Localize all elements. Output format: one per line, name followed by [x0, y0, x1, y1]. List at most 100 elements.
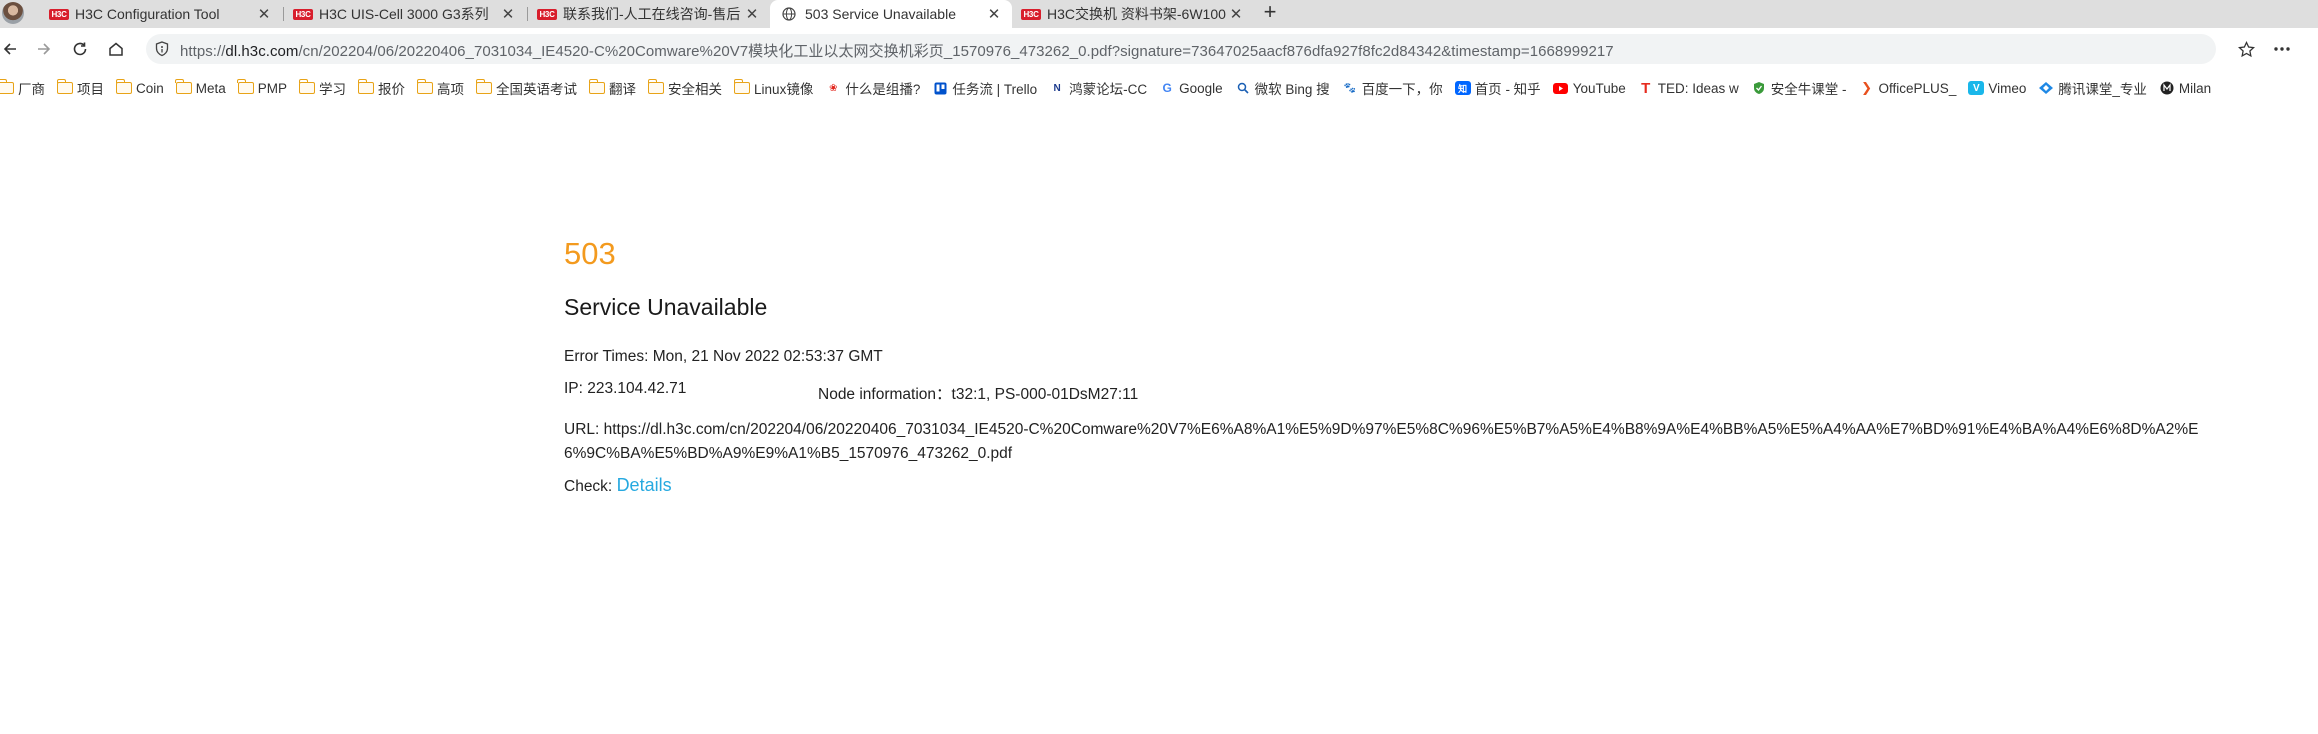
- bookmark-link[interactable]: 微软 Bing 搜: [1235, 76, 1336, 100]
- tab-close-icon[interactable]: ✕: [500, 5, 516, 23]
- globe-icon: [780, 7, 798, 21]
- h3c-favicon-icon: H3C: [1021, 8, 1041, 20]
- bookmark-folder[interactable]: 高项: [416, 76, 470, 100]
- bookmark-link[interactable]: ❯ OfficePLUS_: [1859, 76, 1963, 100]
- bookmark-folder[interactable]: 安全相关: [647, 76, 728, 100]
- folder-icon: [237, 79, 254, 95]
- error-code: 503: [564, 236, 616, 271]
- tab-h3c-switch-bookshelf[interactable]: H3C H3C交换机 资料书架-6W100 ✕: [1012, 0, 1254, 28]
- bookmark-label: PMP: [257, 80, 288, 96]
- tab-h3c-uis-cell[interactable]: H3C H3C UIS-Cell 3000 G3系列 ✕: [284, 0, 526, 28]
- anquanniu-icon: [1751, 81, 1767, 95]
- url-value: https://dl.h3c.com/cn/202204/06/20220406…: [564, 421, 2199, 462]
- folder-icon: [115, 79, 132, 95]
- bookmark-label: 高项: [437, 82, 465, 97]
- tencent-classroom-icon: [2038, 81, 2054, 95]
- bookmark-label: YouTube: [1572, 80, 1626, 96]
- bookmark-label: 项目: [77, 82, 104, 97]
- new-tab-button[interactable]: +: [1258, 0, 1282, 26]
- tab-close-icon[interactable]: ✕: [256, 5, 272, 23]
- bookmark-link[interactable]: YouTube: [1553, 76, 1632, 100]
- hongmeng-icon: N: [1053, 82, 1061, 94]
- folder-icon: [647, 79, 665, 95]
- bookmark-label: Coin: [136, 80, 164, 96]
- bookmark-link[interactable]: N 鸿蒙论坛-CC: [1049, 76, 1153, 100]
- url-path: /cn/202204/06/20220406_7031034_IE4520-C%…: [298, 43, 1614, 60]
- back-arrow-icon: [3, 43, 16, 55]
- bing-icon: [1235, 81, 1251, 95]
- bookmark-label: 报价: [378, 82, 406, 97]
- reload-icon: [73, 42, 87, 56]
- back-button[interactable]: [0, 35, 24, 63]
- bookmark-link[interactable]: 腾讯课堂_专业: [2038, 76, 2153, 100]
- tab-h3c-configuration-tool[interactable]: H3C H3C Configuration Tool ✕: [40, 0, 282, 28]
- tab-title: 联系我们-人工在线咨询-售后: [563, 6, 741, 22]
- bookmark-label: 全国英语考试: [496, 82, 578, 97]
- tab-close-icon[interactable]: ✕: [986, 5, 1002, 23]
- bookmark-link[interactable]: ❀ 什么是组播?: [825, 76, 926, 100]
- bookmark-label: Linux镜像: [754, 82, 814, 97]
- forward-button[interactable]: [30, 35, 58, 63]
- bookmark-label: 厂商: [18, 82, 45, 97]
- bookmarks-bar: 厂商 项目 Coin Meta PMP 学习 报价 高项 全国英语考试 翻译 安…: [0, 70, 2318, 106]
- forward-arrow-icon: [38, 43, 51, 55]
- bookmark-link[interactable]: 知首页 - 知乎: [1454, 76, 1547, 100]
- milan-icon: [2159, 81, 2175, 95]
- bookmark-label: 什么是组播?: [845, 82, 921, 97]
- bookmark-link[interactable]: 任务流 | Trello: [932, 76, 1043, 100]
- bookmark-label: OfficePLUS_: [1878, 80, 1957, 96]
- bookmark-label: 翻译: [609, 82, 637, 97]
- bookmark-link[interactable]: 安全牛课堂 -: [1751, 76, 1853, 100]
- bookmark-folder[interactable]: 全国英语考试: [475, 76, 583, 100]
- ted-icon: T: [1641, 79, 1651, 97]
- bookmark-link[interactable]: G Google: [1159, 76, 1229, 100]
- tab-contact-us[interactable]: H3C 联系我们-人工在线咨询-售后 ✕: [528, 0, 770, 28]
- trello-icon: [932, 81, 948, 95]
- h3c-favicon-icon: H3C: [293, 8, 313, 20]
- node-label: Node information：: [818, 386, 952, 403]
- more-icon: [2274, 47, 2290, 51]
- bookmark-star-button[interactable]: [2232, 35, 2260, 63]
- youtube-icon: [1553, 81, 1569, 95]
- bookmark-link[interactable]: V Vimeo: [1968, 76, 2032, 100]
- site-info-icon[interactable]: [154, 41, 170, 57]
- bookmark-label: 安全牛课堂 -: [1770, 82, 1847, 97]
- bookmark-link[interactable]: Milan: [2159, 76, 2217, 100]
- home-button[interactable]: [102, 35, 130, 63]
- error-times-line: Error Times: Mon, 21 Nov 2022 02:53:37 G…: [564, 348, 883, 366]
- browser-menu-button[interactable]: [2268, 35, 2296, 63]
- reload-button[interactable]: [66, 35, 94, 63]
- tab-close-icon[interactable]: ✕: [1228, 5, 1244, 23]
- url-label: URL:: [564, 421, 604, 438]
- bookmark-label: 安全相关: [668, 82, 723, 97]
- bookmark-folder[interactable]: Linux镜像: [733, 76, 819, 100]
- error-times-label: Error Times:: [564, 348, 653, 365]
- bookmark-folder[interactable]: 厂商: [0, 76, 51, 100]
- bookmark-folder[interactable]: PMP: [237, 76, 293, 100]
- bookmark-label: 腾讯课堂_专业: [2058, 82, 2147, 97]
- vimeo-icon: V: [1968, 81, 1985, 95]
- bookmark-link[interactable]: T TED: Ideas w: [1638, 76, 1745, 100]
- node-value: t32:1, PS-000-01DsM27:11: [951, 386, 1139, 403]
- zhihu-icon: 知: [1454, 81, 1471, 95]
- url-text[interactable]: https://dl.h3c.com/cn/202204/06/20220406…: [180, 40, 1614, 61]
- bookmark-folder[interactable]: 学习: [298, 76, 352, 100]
- details-link[interactable]: Details: [617, 475, 672, 495]
- error-title: Service Unavailable: [564, 294, 768, 320]
- tab-503-service-unavailable[interactable]: 503 Service Unavailable ✕: [770, 0, 1012, 28]
- bookmark-link[interactable]: 🐾 百度一下，你: [1342, 76, 1449, 100]
- tab-close-icon[interactable]: ✕: [744, 5, 760, 23]
- folder-icon: [588, 79, 606, 95]
- home-icon: [109, 42, 123, 56]
- google-icon: G: [1162, 81, 1172, 95]
- bookmark-folder[interactable]: Coin: [115, 76, 170, 100]
- bookmark-label: Meta: [195, 80, 226, 96]
- bookmark-folder[interactable]: 项目: [56, 76, 110, 100]
- folder-icon: [0, 79, 14, 95]
- address-bar[interactable]: https://dl.h3c.com/cn/202204/06/20220406…: [146, 34, 2216, 64]
- bookmark-folder[interactable]: Meta: [175, 76, 232, 100]
- bookmark-folder[interactable]: 报价: [357, 76, 411, 100]
- bookmark-label: 微软 Bing 搜: [1254, 82, 1330, 97]
- bookmark-folder[interactable]: 翻译: [588, 76, 642, 100]
- profile-avatar[interactable]: [2, 2, 24, 24]
